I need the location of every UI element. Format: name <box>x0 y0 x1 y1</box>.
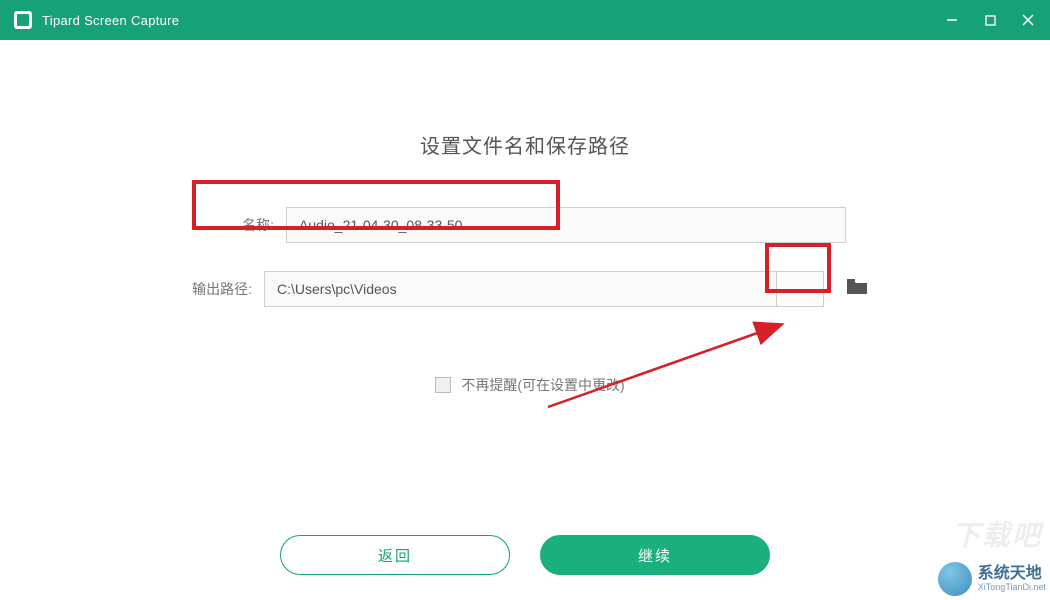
dont-remind-label: 不再提醒(可在设置中更改) <box>461 375 624 395</box>
dont-remind-checkbox[interactable] <box>435 377 451 393</box>
maximize-button[interactable] <box>982 12 998 28</box>
titlebar: Tipard Screen Capture <box>0 0 1050 40</box>
minimize-icon <box>945 13 959 27</box>
dialog-content: 设置文件名和保存路径 名称: 输出路径: 不再提醒(可在设置中更改) 返回 继续 <box>0 40 1050 575</box>
name-input[interactable] <box>286 207 846 243</box>
watermark-faint: 下载吧 <box>952 514 1042 554</box>
maximize-icon <box>984 14 997 27</box>
close-button[interactable] <box>1020 12 1036 28</box>
close-icon <box>1021 13 1035 27</box>
back-button[interactable]: 返回 <box>280 535 510 575</box>
checkbox-row: 不再提醒(可在设置中更改) <box>435 375 624 395</box>
path-row: 输出路径: <box>182 271 868 307</box>
watermark-cn: 系统天地 <box>978 565 1046 583</box>
minimize-button[interactable] <box>944 12 960 28</box>
app-icon <box>14 11 32 29</box>
app-title: Tipard Screen Capture <box>42 13 179 28</box>
path-label: 输出路径: <box>182 279 252 299</box>
name-row: 名称: <box>204 207 846 243</box>
watermark: 系统天地 XiTongTianDi.net <box>938 562 1046 596</box>
button-row: 返回 继续 <box>280 535 770 575</box>
dialog-heading: 设置文件名和保存路径 <box>420 130 630 159</box>
open-folder-button[interactable] <box>846 278 868 301</box>
watermark-text: 系统天地 XiTongTianDi.net <box>978 565 1046 592</box>
browse-button[interactable] <box>776 271 824 307</box>
path-input[interactable] <box>264 271 776 307</box>
folder-icon <box>846 278 868 296</box>
ellipsis-icon <box>791 281 809 297</box>
path-input-wrap <box>264 271 824 307</box>
name-label: 名称: <box>204 215 274 235</box>
continue-button[interactable]: 继续 <box>540 535 770 575</box>
window-controls <box>944 12 1036 28</box>
watermark-en: XiTongTianDi.net <box>978 583 1046 593</box>
titlebar-left: Tipard Screen Capture <box>14 11 179 29</box>
watermark-globe-icon <box>938 562 972 596</box>
